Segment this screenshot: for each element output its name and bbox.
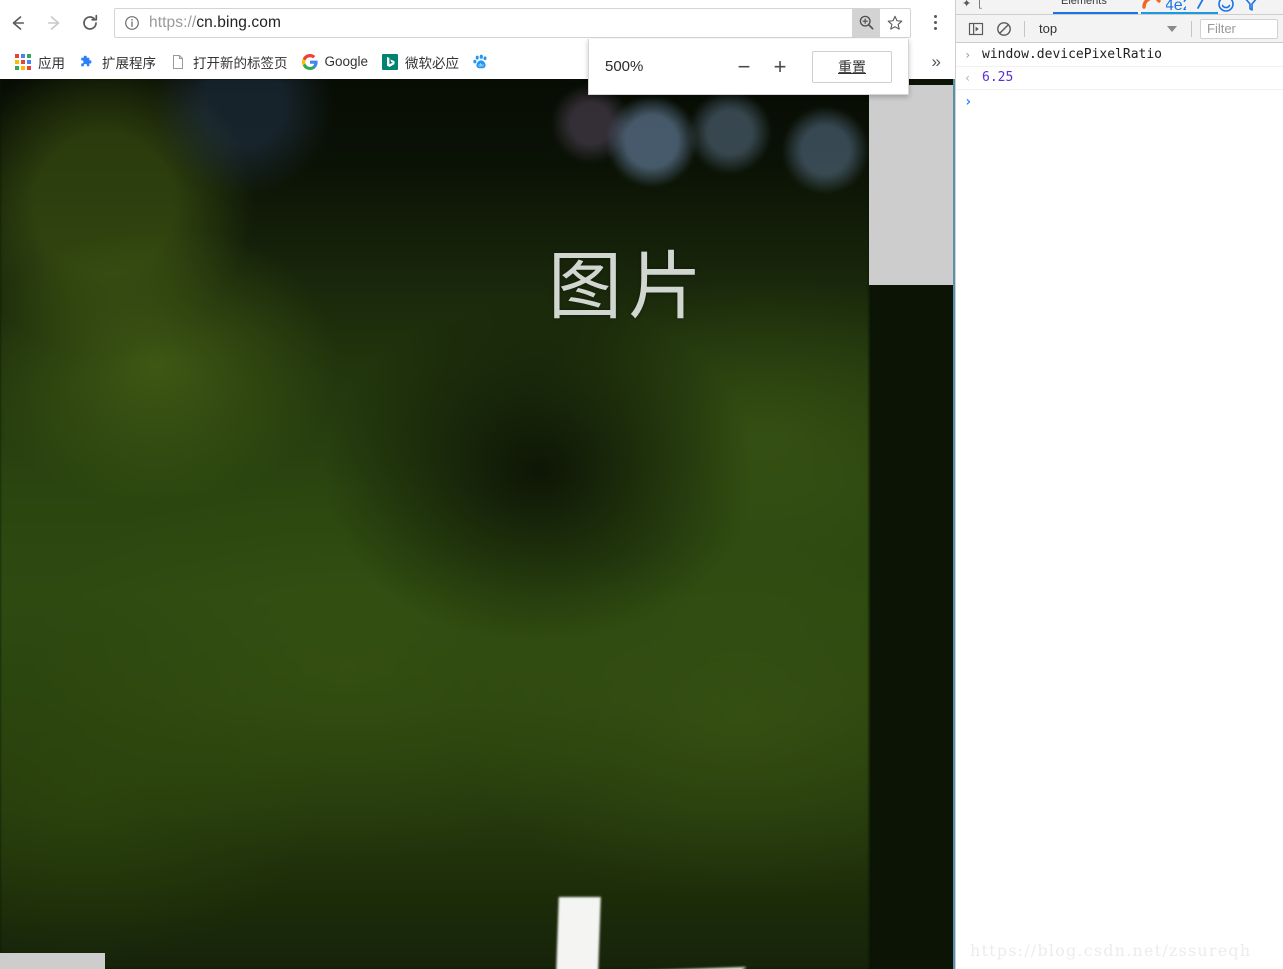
console-entry-text: window.devicePixelRatio bbox=[982, 47, 1163, 62]
page-vertical-scrollbar[interactable] bbox=[869, 79, 955, 969]
puzzle-icon bbox=[81, 55, 92, 66]
toolbar-divider bbox=[1024, 20, 1025, 37]
info-circle-icon bbox=[125, 15, 139, 30]
menu-dot bbox=[933, 21, 937, 24]
reload-icon bbox=[83, 14, 98, 30]
magnifier-plus-icon bbox=[859, 15, 873, 30]
bookmark-google[interactable]: Google bbox=[295, 49, 376, 75]
toolbar-divider bbox=[1191, 20, 1192, 37]
console-prompt-caret: › bbox=[964, 94, 973, 110]
url-host: cn.bing.com bbox=[196, 13, 281, 31]
back-button[interactable] bbox=[0, 5, 36, 41]
svg-text:du: du bbox=[478, 62, 484, 67]
zoom-indicator-button[interactable] bbox=[852, 8, 880, 37]
arrow-right-icon bbox=[47, 15, 60, 30]
bookmark-baidu[interactable]: du bbox=[466, 49, 503, 75]
bookmark-new-tab[interactable]: 打开新的标签页 bbox=[163, 49, 295, 75]
chrome-browser-window: https://cn.bing.com 应用 扩展程序 打开新的标签页 Goog… bbox=[0, 0, 955, 969]
no-entry-icon bbox=[997, 21, 1011, 36]
site-info-button[interactable] bbox=[115, 9, 149, 37]
devtools-panel: ✦［ Elements \u4e2d bbox=[955, 0, 1283, 969]
console-output-marker: ‹ bbox=[964, 71, 972, 85]
devtools-tabstrip: ✦［ Elements \u4e2d bbox=[956, 0, 1283, 15]
page-horizontal-scrollbar-thumb[interactable] bbox=[0, 953, 105, 969]
google-icon bbox=[301, 53, 318, 70]
bookmark-label: 微软必应 bbox=[405, 55, 460, 71]
bing-icon bbox=[382, 53, 399, 70]
bookmarks-overflow-button[interactable]: » bbox=[932, 52, 941, 72]
zoom-reset-button[interactable]: 重置 bbox=[812, 50, 892, 83]
clear-console-button[interactable] bbox=[992, 18, 1016, 40]
chevron-down-icon bbox=[1167, 25, 1177, 32]
bookmark-extensions[interactable]: 扩展程序 bbox=[72, 49, 163, 75]
console-context-selector[interactable]: top bbox=[1033, 18, 1183, 40]
sidebar-panel-icon bbox=[968, 22, 984, 35]
baidu-icon: du bbox=[473, 54, 487, 68]
zoom-reset-label: 重置 bbox=[838, 58, 866, 75]
page-images-link[interactable]: 图片 bbox=[548, 247, 708, 327]
devtools-tab-elements[interactable]: Elements bbox=[1061, 0, 1107, 7]
console-entry-input: › window.devicePixelRatio bbox=[956, 44, 1283, 67]
url-text[interactable]: https://cn.bing.com bbox=[149, 14, 852, 32]
page-icon bbox=[173, 54, 183, 69]
console-filter-placeholder: Filter bbox=[1207, 21, 1236, 36]
console-context-label: top bbox=[1039, 21, 1058, 36]
screenshot-root: https://cn.bing.com 应用 扩展程序 打开新的标签页 Goog… bbox=[0, 0, 1283, 969]
bookmark-label: 扩展程序 bbox=[102, 55, 156, 71]
zoom-popup-bubble: 500% − + 重置 bbox=[588, 39, 909, 95]
bookmark-star-button[interactable] bbox=[880, 9, 910, 37]
console-input-marker: › bbox=[964, 48, 972, 62]
zoom-in-button[interactable]: + bbox=[762, 49, 798, 85]
bookmark-label: 打开新的标签页 bbox=[193, 55, 288, 71]
page-viewport: B 图片 bbox=[0, 79, 955, 969]
console-toolbar: top Filter bbox=[956, 15, 1283, 43]
devtools-inspect-icons[interactable]: ✦［ bbox=[962, 0, 982, 11]
menu-dot bbox=[933, 27, 937, 30]
console-entry-output: ‹ 6.25 bbox=[956, 67, 1283, 90]
console-filter-input[interactable]: Filter bbox=[1200, 18, 1278, 39]
reload-button[interactable] bbox=[72, 5, 108, 41]
bookmark-apps[interactable]: 应用 bbox=[8, 49, 72, 75]
bing-homepage-background-image bbox=[0, 79, 869, 969]
chrome-menu-button[interactable] bbox=[915, 3, 955, 43]
address-bar[interactable]: https://cn.bing.com bbox=[114, 7, 911, 38]
console-output[interactable]: › window.devicePixelRatio ‹ 6.25 › bbox=[956, 44, 1283, 969]
zoom-out-button[interactable]: − bbox=[726, 49, 762, 85]
arrow-left-icon bbox=[12, 15, 25, 30]
apps-grid-icon bbox=[15, 53, 31, 70]
console-entry-value: 6.25 bbox=[982, 70, 1014, 85]
ime-emoji-icon bbox=[1218, 0, 1234, 12]
bookmark-label: Google bbox=[324, 54, 369, 69]
star-icon bbox=[887, 15, 903, 30]
forward-button[interactable] bbox=[36, 5, 72, 41]
console-prompt[interactable]: › bbox=[956, 90, 1283, 114]
console-sidebar-toggle-button[interactable] bbox=[964, 18, 988, 40]
url-scheme: https:// bbox=[149, 13, 197, 31]
csdn-watermark: https://blog.csdn.net/zssureqh bbox=[970, 941, 1252, 960]
menu-dot bbox=[933, 15, 937, 18]
page-vertical-scrollbar-thumb[interactable] bbox=[869, 85, 953, 285]
bookmark-label: 应用 bbox=[38, 55, 65, 71]
bookmark-bing[interactable]: 微软必应 bbox=[375, 49, 466, 75]
zoom-level-text: 500% bbox=[605, 58, 644, 75]
ime-toolbox-icon bbox=[1245, 0, 1257, 11]
